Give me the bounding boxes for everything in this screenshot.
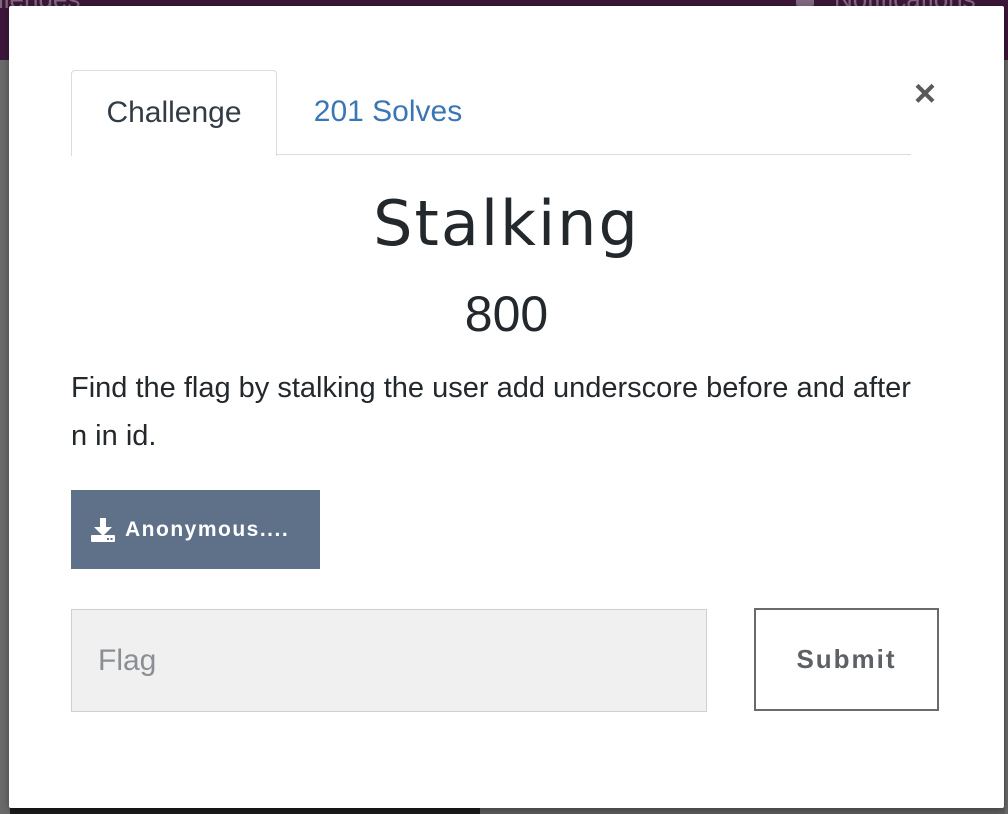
- tab-solves[interactable]: 201 Solves: [293, 70, 483, 154]
- close-button[interactable]: ×: [907, 73, 943, 115]
- download-icon: [91, 517, 115, 542]
- modal-tabs: Challenge 201 Solves: [71, 70, 911, 156]
- challenge-points: 800: [464, 286, 549, 342]
- tab-challenge[interactable]: Challenge: [71, 70, 277, 156]
- close-icon: ×: [913, 73, 937, 115]
- flag-input[interactable]: [71, 609, 707, 712]
- download-file-button[interactable]: Anonymous....: [71, 490, 320, 569]
- submit-button[interactable]: Submit: [754, 608, 939, 711]
- file-name: Anonymous....: [125, 517, 290, 541]
- challenge-name: Stalking: [373, 187, 640, 260]
- challenge-modal: Challenge 201 Solves × Stalking 800 Find…: [9, 6, 1004, 808]
- challenge-description: Find the flag by stalking the user add u…: [71, 372, 911, 452]
